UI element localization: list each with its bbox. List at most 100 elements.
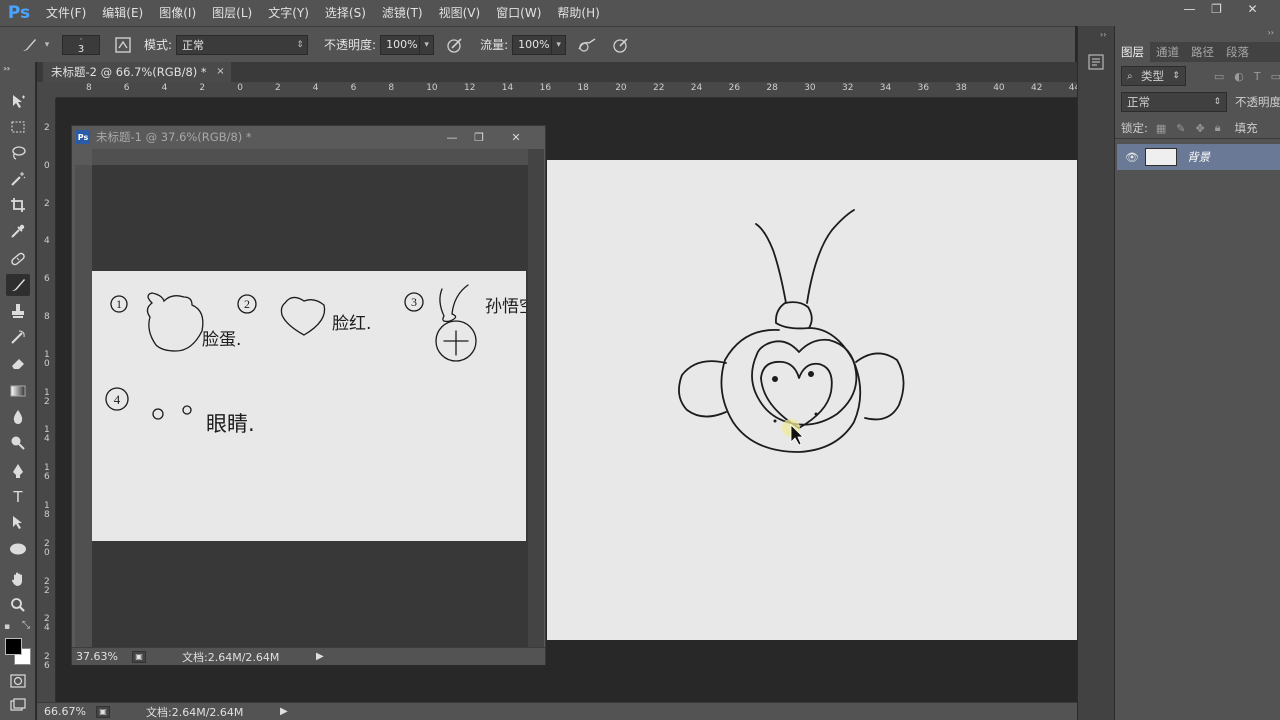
zoom-tool-icon[interactable] [6,594,30,616]
vertical-ruler[interactable]: 2 0 2 4 6 8 1 0 1 2 1 4 1 6 1 8 2 0 2 2 2 4 2 6 [37,98,56,702]
main-canvas[interactable] [547,160,1087,640]
doc-info-icon[interactable]: ▣ [96,705,110,718]
floating-minimize-button[interactable]: — [441,129,463,145]
horizontal-ruler[interactable]: 8 6 4 2 0 2 4 6 8 10 12 14 16 18 20 22 24 26 28 30 32 34 36 38 4… [56,82,1114,98]
healing-brush-tool-icon[interactable] [6,248,30,270]
pressure-size-icon[interactable] [610,34,632,56]
floating-horizontal-ruler[interactable] [92,149,528,165]
ruler-label: 2 0 [44,538,50,558]
airbrush-icon[interactable] [576,34,598,56]
floating-close-button[interactable]: ✕ [505,129,527,145]
menu-image[interactable]: 图像(I) [151,0,204,26]
eyedropper-tool-icon[interactable] [6,220,30,242]
brush-panel-toggle-icon[interactable] [112,34,134,56]
menu-file[interactable]: 文件(F) [38,0,94,26]
gradient-tool-icon[interactable] [6,380,30,402]
collapse-dock-icon[interactable]: ›› [1100,30,1106,39]
tab-paragraph[interactable]: 段落 [1220,42,1255,62]
blend-mode-select[interactable]: 正常 ⇕ [1121,92,1227,112]
tab-layers[interactable]: 图层 [1115,42,1150,62]
menu-layer[interactable]: 图层(L) [204,0,260,26]
menu-help[interactable]: 帮助(H) [549,0,607,26]
floating-vertical-ruler[interactable] [75,165,92,647]
menu-window[interactable]: 窗口(W) [488,0,549,26]
ruler-label: 6 [123,83,130,93]
pressure-opacity-icon[interactable] [444,34,466,56]
floating-vertical-scrollbar[interactable] [528,149,544,647]
document-tab-close-icon[interactable]: × [216,62,224,82]
zoom-level[interactable]: 66.67% [44,705,94,718]
floating-restore-button[interactable]: ❐ [468,129,490,145]
tab-paths[interactable]: 路径 [1185,42,1220,62]
default-colors-icon[interactable]: ▪ [4,622,10,632]
ruler-label: 28 [766,83,778,93]
brush-preset-icon[interactable] [18,34,40,56]
lock-transparent-icon[interactable]: ▦ [1156,122,1166,135]
pen-tool-icon[interactable] [6,460,30,482]
flow-dropdown-icon[interactable]: ▾ [551,34,565,55]
lock-position-icon[interactable]: ✥ [1196,122,1205,135]
brush-tool-icon[interactable] [6,274,30,296]
panel-collapse-icon[interactable]: ›› [1268,28,1274,37]
quick-mask-icon[interactable] [6,670,30,692]
flow-input[interactable]: 100% ▾ [512,34,567,55]
opacity-dropdown-icon[interactable]: ▾ [419,34,433,55]
brush-preset-dropdown-icon[interactable]: ▾ [40,35,54,55]
menu-select[interactable]: 选择(S) [317,0,374,26]
ruler-origin[interactable] [37,82,56,98]
ruler-label: 1 4 [44,425,50,445]
history-panel-icon[interactable] [1086,52,1106,72]
layer-kind-filter[interactable]: ⌕ 类型 ⇕ [1121,66,1186,86]
filter-image-icon[interactable]: ▭ [1214,70,1224,83]
filter-adjustment-icon[interactable]: ◐ [1234,70,1244,83]
lock-image-icon[interactable]: ✎ [1176,122,1185,135]
foreground-color-swatch[interactable] [5,638,22,655]
blend-row: 正常 ⇕ 不透明度 [1115,90,1280,114]
document-tab[interactable]: 未标题-2 @ 66.7%(RGB/8) * × [43,62,231,82]
close-button[interactable]: ✕ [1236,0,1269,18]
floating-status-menu-icon[interactable]: ▶ [316,651,324,662]
dodge-tool-icon[interactable] [6,432,30,454]
ellipse-tool-icon[interactable] [6,538,30,560]
brush-size-picker[interactable]: · 3 [62,34,100,55]
eraser-tool-icon[interactable] [6,352,30,374]
floating-zoom-level[interactable]: 37.63% [76,650,126,663]
magic-wand-tool-icon[interactable] [6,168,30,190]
status-menu-icon[interactable]: ▶ [280,706,288,717]
restore-button[interactable]: ❐ [1200,0,1233,18]
ruler-label: 2 [44,198,50,209]
menu-view[interactable]: 视图(V) [431,0,489,26]
mode-select[interactable]: 正常 ⇕ [176,34,309,55]
screen-mode-icon[interactable] [6,694,30,716]
marquee-tool-icon[interactable] [6,116,30,138]
floating-doc-info-icon[interactable]: ▣ [132,650,146,663]
blur-tool-icon[interactable] [6,406,30,428]
menu-edit[interactable]: 编辑(E) [94,0,151,26]
tab-channels[interactable]: 通道 [1150,42,1185,62]
floating-workspace[interactable]: 1 2 3 4 脸蛋. 脸红. 孙悟空 眼睛. [92,165,528,647]
move-tool-icon[interactable] [6,90,30,112]
sketch-canvas[interactable]: 1 2 3 4 脸蛋. 脸红. 孙悟空 眼睛. [92,271,526,541]
floating-window-titlebar[interactable]: Ps 未标题-1 @ 37.6%(RGB/8) * — ❐ ✕ [72,126,545,148]
lasso-tool-icon[interactable] [6,142,30,164]
monkey-drawing [678,209,905,453]
ruler-label: 34 [879,83,892,93]
history-brush-tool-icon[interactable] [6,326,30,348]
filter-shape-icon[interactable]: ▭ [1271,70,1280,83]
crop-tool-icon[interactable] [6,194,30,216]
swap-colors-icon[interactable]: ⤡ [22,620,30,631]
floating-document-window[interactable]: Ps 未标题-1 @ 37.6%(RGB/8) * — ❐ ✕ 1 2 3 4 … [71,125,546,665]
clone-stamp-tool-icon[interactable] [6,300,30,322]
menu-bar: Ps 文件(F) 编辑(E) 图像(I) 图层(L) 文字(Y) 选择(S) 滤… [0,0,1280,26]
layer-row-background[interactable]: 👁︎ 背景 [1117,144,1280,170]
path-selection-tool-icon[interactable] [6,512,30,534]
lock-all-icon[interactable]: 🔒︎ [1215,121,1221,135]
filter-type-icon[interactable]: T [1254,70,1261,83]
opacity-input[interactable]: 100% ▾ [380,34,435,55]
sketch-label-blush: 脸红. [332,314,371,334]
menu-filter[interactable]: 滤镜(T) [374,0,431,26]
type-tool-icon[interactable]: T [6,486,30,508]
layer-visibility-eye-icon[interactable]: 👁︎ [1125,151,1139,164]
menu-type[interactable]: 文字(Y) [260,0,317,26]
hand-tool-icon[interactable] [6,568,30,590]
